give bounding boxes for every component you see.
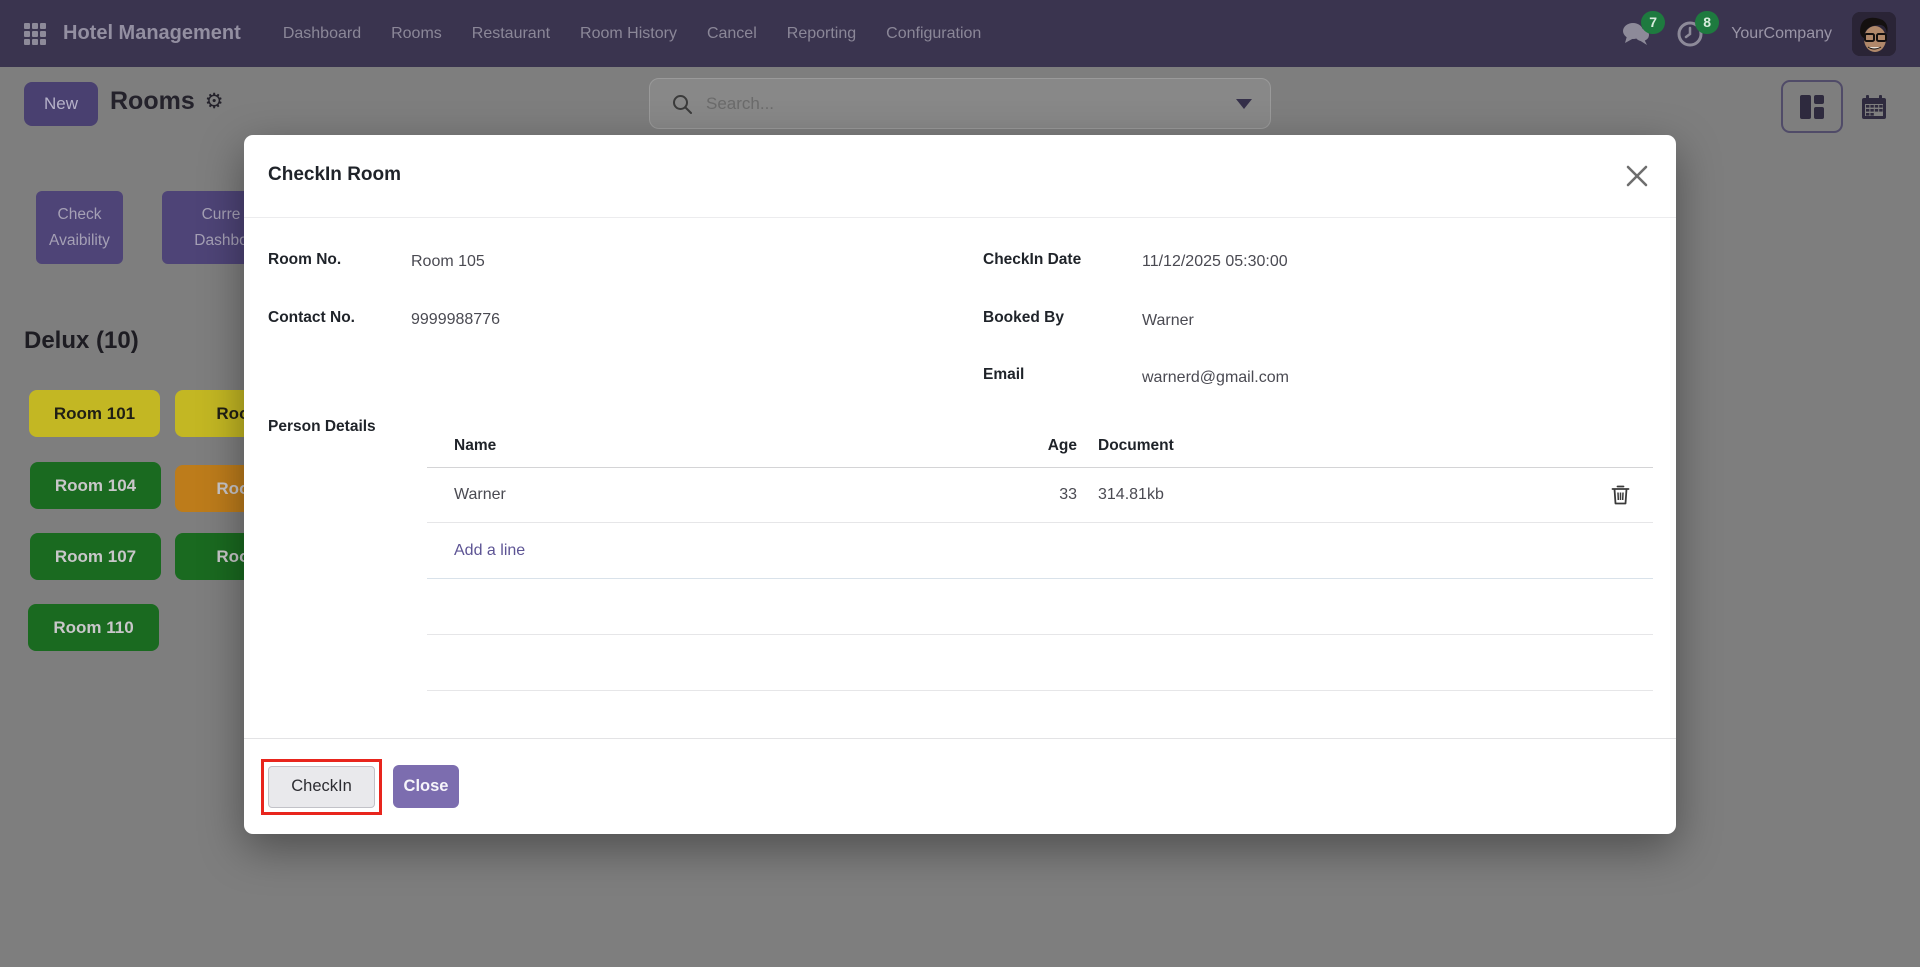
view-switcher — [1781, 80, 1905, 133]
modal-title: CheckIn Room — [268, 164, 401, 186]
menu-cancel[interactable]: Cancel — [707, 25, 757, 43]
menu-dashboard[interactable]: Dashboard — [283, 25, 361, 43]
activities-icon[interactable]: 8 — [1673, 17, 1707, 51]
modal-footer: CheckIn Close — [244, 738, 1676, 834]
person-details-table: Name Age Document Warner 33 314.81kb — [427, 425, 1653, 691]
company-name[interactable]: YourCompany — [1731, 25, 1832, 43]
checkin-date-label: CheckIn Date — [983, 251, 1081, 269]
current-dashboard-line1: Curre — [202, 206, 241, 223]
modal-header: CheckIn Room — [244, 135, 1676, 218]
new-button[interactable]: New — [24, 82, 98, 126]
chevron-down-icon — [1236, 99, 1252, 109]
control-panel: New Rooms ⚙ — [0, 67, 1920, 141]
cell-age[interactable]: 33 — [997, 486, 1077, 504]
messages-icon[interactable]: 7 — [1619, 17, 1653, 51]
search-icon — [672, 94, 692, 114]
user-avatar[interactable] — [1852, 12, 1896, 56]
checkin-button[interactable]: CheckIn — [268, 766, 375, 808]
hotel-management-app: Hotel Management Dashboard Rooms Restaur… — [0, 0, 1920, 967]
person-details-label: Person Details — [268, 418, 376, 436]
menu-room-history[interactable]: Room History — [580, 25, 677, 43]
add-a-line-link[interactable]: Add a line — [454, 542, 997, 560]
gear-icon[interactable]: ⚙ — [205, 91, 224, 112]
top-navbar: Hotel Management Dashboard Rooms Restaur… — [0, 0, 1920, 67]
add-line-row: Add a line — [427, 523, 1653, 579]
breadcrumb: Rooms ⚙ — [110, 87, 224, 116]
main-menu: Dashboard Rooms Restaurant Room History … — [283, 25, 982, 43]
close-icon — [1624, 163, 1650, 189]
check-availability-button[interactable]: Check Avaibility — [36, 191, 123, 264]
table-row[interactable]: Warner 33 314.81kb — [427, 468, 1653, 523]
highlight-rectangle: CheckIn — [261, 759, 382, 815]
contact-no-label: Contact No. — [268, 309, 355, 327]
empty-table-row — [427, 579, 1653, 635]
modal-close-button[interactable] — [1620, 159, 1654, 193]
systray: 7 8 YourCompany — [1619, 12, 1896, 56]
kanban-view-button[interactable] — [1781, 80, 1843, 133]
empty-table-row — [427, 635, 1653, 691]
table-header-row: Name Age Document — [427, 425, 1653, 468]
room-101-button[interactable]: Room 101 — [29, 390, 160, 437]
delete-row-button[interactable] — [1611, 485, 1630, 505]
apps-menu-icon[interactable] — [24, 23, 46, 45]
room-no-value[interactable]: Room 105 — [411, 253, 485, 271]
messages-badge: 7 — [1641, 11, 1665, 34]
app-title: Hotel Management — [63, 22, 241, 45]
booked-by-value[interactable]: Warner — [1142, 312, 1194, 330]
checkin-date-value[interactable]: 11/12/2025 05:30:00 — [1142, 253, 1288, 271]
menu-rooms[interactable]: Rooms — [391, 25, 442, 43]
checkin-room-modal: CheckIn Room Room No. Room 105 Contact N… — [244, 135, 1676, 834]
room-no-label: Room No. — [268, 251, 341, 269]
menu-configuration[interactable]: Configuration — [886, 25, 981, 43]
column-document: Document — [1077, 437, 1587, 455]
activities-badge: 8 — [1695, 11, 1719, 34]
search-bar — [649, 78, 1271, 129]
trash-icon — [1611, 485, 1630, 505]
email-label: Email — [983, 366, 1024, 384]
room-category-title: Delux (10) — [24, 327, 139, 355]
calendar-icon — [1861, 94, 1887, 120]
modal-body: Room No. Room 105 Contact No. 9999988776… — [244, 218, 1676, 738]
room-107-button[interactable]: Room 107 — [30, 533, 161, 580]
check-availability-line2: Avaibility — [49, 232, 110, 249]
search-input[interactable] — [706, 94, 1218, 114]
email-value[interactable]: warnerd@gmail.com — [1142, 369, 1289, 387]
column-age: Age — [997, 437, 1077, 455]
avatar-image — [1852, 12, 1896, 56]
current-dashboard-line2: Dashbo — [194, 232, 247, 249]
menu-reporting[interactable]: Reporting — [787, 25, 856, 43]
kanban-icon — [1799, 94, 1825, 120]
close-button[interactable]: Close — [393, 765, 459, 808]
check-availability-line1: Check — [58, 206, 102, 223]
cell-document[interactable]: 314.81kb — [1077, 486, 1587, 504]
calendar-view-button[interactable] — [1843, 80, 1905, 133]
search-options-toggle[interactable] — [1218, 79, 1270, 128]
room-104-button[interactable]: Room 104 — [30, 462, 161, 509]
room-110-button[interactable]: Room 110 — [28, 604, 159, 651]
cell-name[interactable]: Warner — [454, 486, 997, 504]
booked-by-label: Booked By — [983, 309, 1064, 327]
contact-no-value[interactable]: 9999988776 — [411, 311, 500, 329]
page-title: Rooms — [110, 87, 195, 116]
column-name: Name — [454, 437, 997, 455]
menu-restaurant[interactable]: Restaurant — [472, 25, 550, 43]
